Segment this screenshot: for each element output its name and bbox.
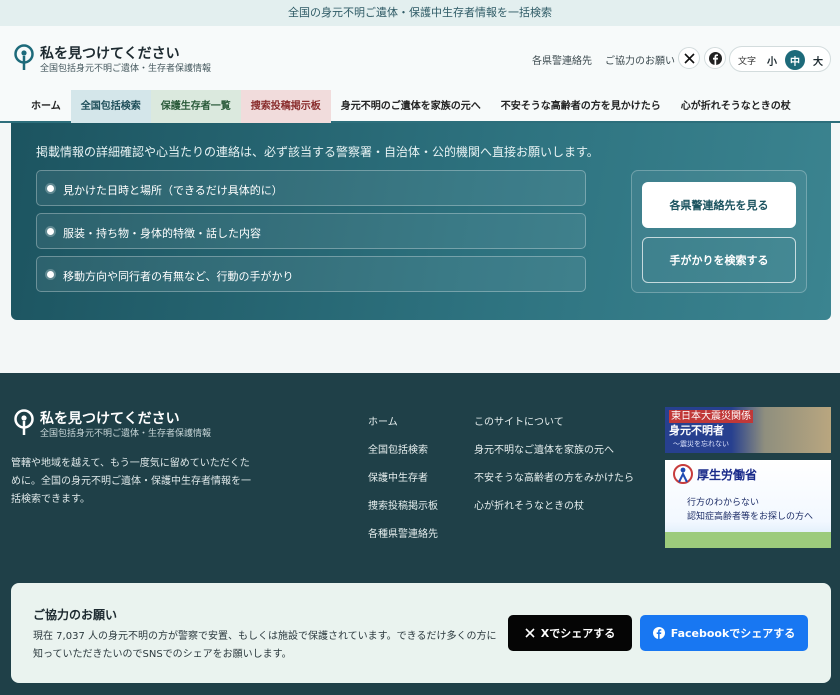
action-button-group: 各県警連絡先を見る 手がかりを検索する: [631, 170, 807, 293]
banner-line-1: 行方のわからない: [687, 498, 760, 508]
x-share-icon-button[interactable]: [678, 47, 700, 69]
font-size-small-button[interactable]: 小: [762, 50, 782, 70]
main-nav: ホーム 全国包括検索 保護生存者一覧 捜索投稿掲示板 身元不明のご遺体を家族の元…: [0, 90, 840, 123]
footer-link-home[interactable]: ホーム: [368, 413, 398, 428]
nav-item-support[interactable]: 心が折れそうなときの杖: [671, 90, 801, 123]
facebook-share-icon-button[interactable]: [704, 47, 726, 69]
checklist-item-text: 見かけた日時と場所（できるだけ具体的に）: [63, 184, 283, 197]
banner-illustration: [665, 532, 831, 548]
pin-logo-icon: [14, 44, 34, 70]
bullet-icon: [47, 185, 54, 192]
site-title[interactable]: 私を見つけてください: [40, 43, 180, 63]
view-police-contacts-button[interactable]: 各県警連絡先を見る: [642, 182, 796, 228]
x-icon: [525, 628, 535, 638]
nav-item-elderly-help[interactable]: 不安そうな高齢者の方を見かけたら: [491, 90, 671, 123]
footer-site-subtitle: 全国包括身元不明ご遺体・生存者保護情報: [40, 429, 212, 439]
font-size-switcher: 文字 小 中 大: [729, 46, 831, 72]
site-header: 私を見つけてください 全国包括身元不明ご遺体・生存者保護情報 各県警連絡先 ご協…: [0, 26, 840, 90]
top-announcement-bar: 全国の身元不明ご遺体・保護中生存者情報を一括検索: [0, 0, 840, 26]
font-size-medium-button[interactable]: 中: [785, 50, 805, 70]
facebook-icon: [652, 627, 665, 639]
footer-link-about[interactable]: このサイトについて: [474, 413, 564, 428]
banner-tag: 東日本大震災関係: [669, 410, 753, 423]
footer-link-search-board[interactable]: 捜索投稿掲示板: [368, 497, 438, 512]
nav-item-unidentified-remains[interactable]: 身元不明のご遺体を家族の元へ: [331, 90, 491, 123]
top-announcement-text: 全国の身元不明ご遺体・保護中生存者情報を一括検索: [288, 6, 552, 19]
banner-subtitle: 〜震災を忘れない: [673, 440, 729, 448]
footer-link-support[interactable]: 心が折れそうなときの杖: [474, 497, 584, 512]
cooperation-section: ご協力のお願い 現在 7,037 人の身元不明の方が警察で安置、もしくは施設で保…: [11, 583, 831, 683]
checklist-item: 見かけた日時と場所（できるだけ具体的に）: [36, 170, 586, 206]
panel-lead-text: 掲載情報の詳細確認や心当たりの連絡は、必ず該当する警察署・自治体・公的機関へ直接…: [36, 145, 599, 159]
share-x-label: Xでシェアする: [540, 627, 616, 640]
earthquake-missing-banner[interactable]: 東日本大震災関係 身元不明者 〜震災を忘れない: [665, 407, 831, 453]
x-icon: [683, 52, 695, 64]
checklist-item-text: 移動方向や同行者の有無など、行動の手がかり: [63, 270, 294, 283]
banner-line-2: 認知症高齢者等をお探しの方へ: [687, 512, 814, 522]
footer-link-protected-survivors[interactable]: 保護中生存者: [368, 469, 428, 484]
share-facebook-label: Facebookでシェアする: [670, 627, 796, 640]
checklist-item: 服装・持ち物・身体的特徴・話した内容: [36, 213, 586, 249]
mhlw-dementia-banner[interactable]: 厚生労働省 行方のわからない 認知症高齢者等をお探しの方へ: [665, 460, 831, 548]
site-subtitle: 全国包括身元不明ご遺体・生存者保護情報: [40, 64, 212, 74]
nav-item-home[interactable]: ホーム: [21, 90, 71, 123]
banner-text: 行方のわからない 認知症高齢者等をお探しの方へ: [687, 496, 813, 524]
share-on-facebook-button[interactable]: Facebookでシェアする: [640, 615, 808, 651]
banner-title: 身元不明者: [669, 424, 724, 437]
footer-description: 管轄や地域を越えて、もう一度気に留めていただくために。全国の身元不明ご遺体・保護…: [11, 458, 251, 505]
cooperation-text: 現在 7,037 人の身元不明の方が警察で安置、もしくは施設で保護されています。…: [33, 631, 497, 660]
pin-logo-icon: [14, 409, 34, 435]
checklist-item: 移動方向や同行者の有無など、行動の手がかり: [36, 256, 586, 292]
bullet-icon: [47, 228, 54, 235]
bullet-icon: [47, 271, 54, 278]
contact-guidance-panel: 掲載情報の詳細確認や心当たりの連絡は、必ず該当する警察署・自治体・公的機関へ直接…: [11, 123, 831, 320]
search-clues-button[interactable]: 手がかりを検索する: [642, 237, 796, 283]
nav-item-nationwide-search[interactable]: 全国包括検索: [70, 90, 151, 123]
font-size-large-button[interactable]: 大: [808, 50, 828, 70]
checklist-item-text: 服装・持ち物・身体的特徴・話した内容: [63, 227, 261, 240]
mhlw-title: 厚生労働省: [697, 468, 758, 482]
footer-site-title[interactable]: 私を見つけてください: [40, 408, 180, 428]
font-size-label: 文字: [738, 57, 757, 67]
footer-link-nationwide-search[interactable]: 全国包括検索: [368, 441, 428, 456]
nav-item-search-board[interactable]: 捜索投稿掲示板: [240, 90, 331, 123]
cooperation-title: ご協力のお願い: [33, 608, 118, 622]
share-on-x-button[interactable]: Xでシェアする: [508, 615, 632, 651]
footer-link-unidentified-remains[interactable]: 身元不明なご遺体を家族の元へ: [474, 441, 614, 456]
facebook-icon: [708, 51, 722, 65]
footer-link-elderly-help[interactable]: 不安そうな高齢者の方をみかけたら: [474, 469, 634, 484]
footer-link-police-contacts[interactable]: 各種県警連絡先: [368, 525, 438, 540]
nav-item-protected-survivors[interactable]: 保護生存者一覧: [150, 90, 241, 123]
mhlw-logo-icon: [673, 464, 693, 484]
header-link-police-contacts[interactable]: 各県警連絡先: [532, 52, 592, 67]
header-link-cooperation[interactable]: ご協力のお願い: [605, 52, 675, 67]
